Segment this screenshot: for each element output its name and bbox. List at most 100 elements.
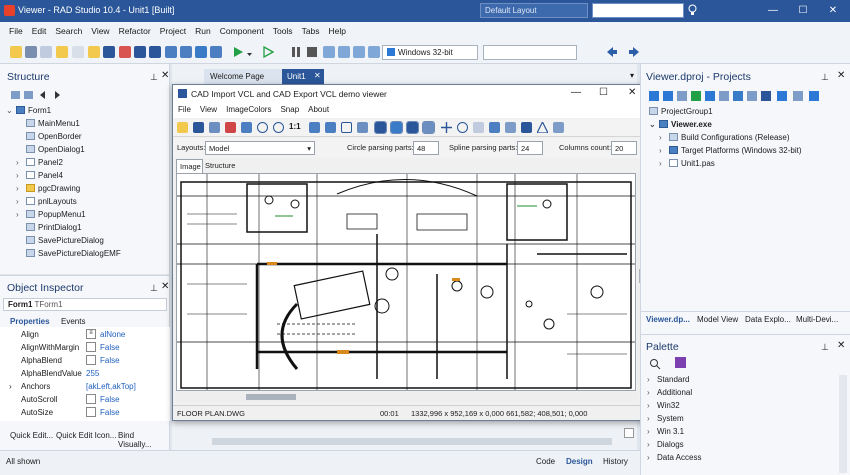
tree-item[interactable]: OpenDialog1 (16, 145, 85, 158)
view-unit-icon[interactable] (165, 46, 177, 58)
palette-scrollbar[interactable] (839, 375, 847, 473)
globe-icon[interactable] (521, 122, 532, 133)
checkbox[interactable] (86, 394, 96, 404)
panel-close-icon[interactable]: ✕ (837, 340, 845, 351)
step-over-icon[interactable] (368, 46, 380, 58)
maximize-button[interactable]: ☐ (788, 0, 818, 22)
tab-model-view[interactable]: Model View (697, 315, 738, 324)
tab-welcome-page[interactable]: Welcome Page (204, 69, 282, 85)
new-items-icon[interactable] (10, 46, 22, 58)
palette-category[interactable]: › Data Access (647, 453, 701, 466)
prop-value[interactable]: alNone (100, 330, 125, 339)
layers-icon[interactable] (357, 122, 368, 133)
tree-item[interactable]: › pgcDrawing (16, 184, 80, 197)
quick-edit-link[interactable]: Quick Edit... (10, 431, 53, 440)
menu-component[interactable]: Component (215, 22, 268, 36)
object-selector[interactable]: Form1 TForm1 (3, 298, 167, 311)
new-unit-icon[interactable] (40, 46, 52, 58)
tab-close-icon[interactable]: ✕ (314, 71, 321, 80)
spline-parsing-input[interactable]: 24 (517, 141, 543, 155)
panel-close-icon[interactable]: ✕ (161, 70, 169, 81)
tab-code[interactable]: Code (536, 457, 555, 466)
toggle-form-unit-icon[interactable] (195, 46, 207, 58)
panel-close-icon[interactable]: ✕ (837, 70, 845, 81)
pause-icon[interactable] (290, 46, 302, 60)
project-item[interactable]: › Unit1.pas (659, 159, 715, 172)
tab-structure[interactable]: Structure (205, 161, 235, 170)
menu-tabs[interactable]: Tabs (297, 22, 324, 36)
settings-icon[interactable] (553, 122, 564, 133)
project-group[interactable]: ProjectGroup1 (649, 107, 713, 120)
pin-icon[interactable]: ⊥ (150, 283, 158, 294)
save-icon[interactable] (103, 46, 115, 58)
target-platform-select[interactable]: Windows 32-bit (382, 45, 478, 60)
fit-icon[interactable] (341, 122, 352, 133)
tab-events[interactable]: Events (61, 317, 85, 326)
viewer-menu-about[interactable]: About (303, 103, 333, 114)
black-white-icon[interactable] (374, 121, 387, 134)
viewer-minimize-button[interactable]: — (571, 87, 581, 98)
palette-category[interactable]: › Win 3.1 (647, 427, 684, 440)
trace-into-icon[interactable] (338, 46, 350, 58)
panel-close-icon[interactable]: ✕ (161, 281, 169, 292)
viewer-close-button[interactable]: ✕ (628, 87, 636, 98)
pan-icon[interactable] (441, 122, 452, 133)
run-icon[interactable] (232, 46, 244, 60)
tree-item[interactable]: MainMenu1 (16, 119, 80, 132)
tree-item[interactable]: › Panel4 (16, 171, 63, 184)
scale-1-1-button[interactable]: 1:1 (289, 122, 301, 131)
grid-icon[interactable] (422, 121, 435, 134)
zoom-window-icon[interactable] (325, 122, 336, 133)
build-config-select[interactable] (483, 45, 577, 60)
prop-value[interactable]: False (100, 395, 120, 404)
tab-image[interactable]: Image (176, 159, 203, 173)
project-item[interactable]: › Build Configurations (Release) (659, 133, 790, 146)
palette-category[interactable]: › Additional (647, 388, 692, 401)
viewer-menu-file[interactable]: File (173, 103, 195, 114)
step-icon[interactable] (323, 46, 335, 58)
trace-line-icon[interactable] (353, 46, 365, 58)
print-icon[interactable] (225, 122, 236, 133)
save-all-icon[interactable] (149, 46, 161, 58)
bind-visually-link[interactable]: Bind Visually... (118, 431, 169, 449)
tab-design[interactable]: Design (566, 457, 593, 466)
quick-edit-icon-link[interactable]: Quick Edit Icon... (56, 431, 116, 440)
run-dropdown-icon[interactable] (247, 50, 252, 56)
layout-select[interactable]: Default Layout (480, 3, 588, 18)
measure-icon[interactable] (489, 122, 500, 133)
forward-icon[interactable] (628, 46, 640, 60)
viewer-menu-snap[interactable]: Snap (275, 103, 303, 114)
snap-icon[interactable] (406, 121, 419, 134)
export-icon[interactable] (209, 122, 220, 133)
viewer-menu-view[interactable]: View (195, 103, 221, 114)
back-icon[interactable] (606, 46, 618, 60)
prop-value[interactable]: 255 (86, 369, 99, 378)
menu-help[interactable]: Help (324, 22, 350, 36)
tree-item[interactable]: › pnlLayouts (16, 197, 77, 210)
menu-project[interactable]: Project (155, 22, 190, 36)
palette-category[interactable]: › Dialogs (647, 440, 684, 453)
tree-item[interactable]: › PopupMenu1 (16, 210, 86, 223)
tab-data-explorer[interactable]: Data Explo... (745, 315, 791, 324)
project-exe[interactable]: ⌄ Viewer.exe (649, 120, 712, 133)
tree-item[interactable]: SavePictureDialogEMF (16, 249, 121, 262)
checkbox[interactable] (86, 342, 96, 352)
view-form-icon[interactable] (180, 46, 192, 58)
reopen-icon[interactable] (119, 46, 131, 58)
expand-chevron-icon[interactable]: › (9, 382, 12, 391)
tab-unit1[interactable]: Unit1 ✕ (282, 69, 324, 85)
run-without-debug-icon[interactable] (262, 45, 275, 60)
menu-refactor[interactable]: Refactor (114, 22, 155, 36)
new-form-icon-2[interactable] (210, 46, 222, 58)
prop-value[interactable]: [akLeft,akTop] (86, 382, 136, 391)
pin-icon[interactable]: ⊥ (821, 342, 829, 353)
tree-item[interactable]: OpenBorder (16, 132, 82, 145)
prop-value[interactable]: False (100, 408, 120, 417)
pin-icon[interactable]: ⊥ (821, 72, 829, 83)
stop-icon[interactable] (306, 46, 318, 60)
design-scrollbar[interactable] (212, 438, 612, 445)
save-file-icon[interactable] (193, 122, 204, 133)
idea-icon[interactable] (688, 4, 697, 16)
orbit-icon[interactable] (473, 122, 484, 133)
menu-view[interactable]: View (86, 22, 113, 36)
